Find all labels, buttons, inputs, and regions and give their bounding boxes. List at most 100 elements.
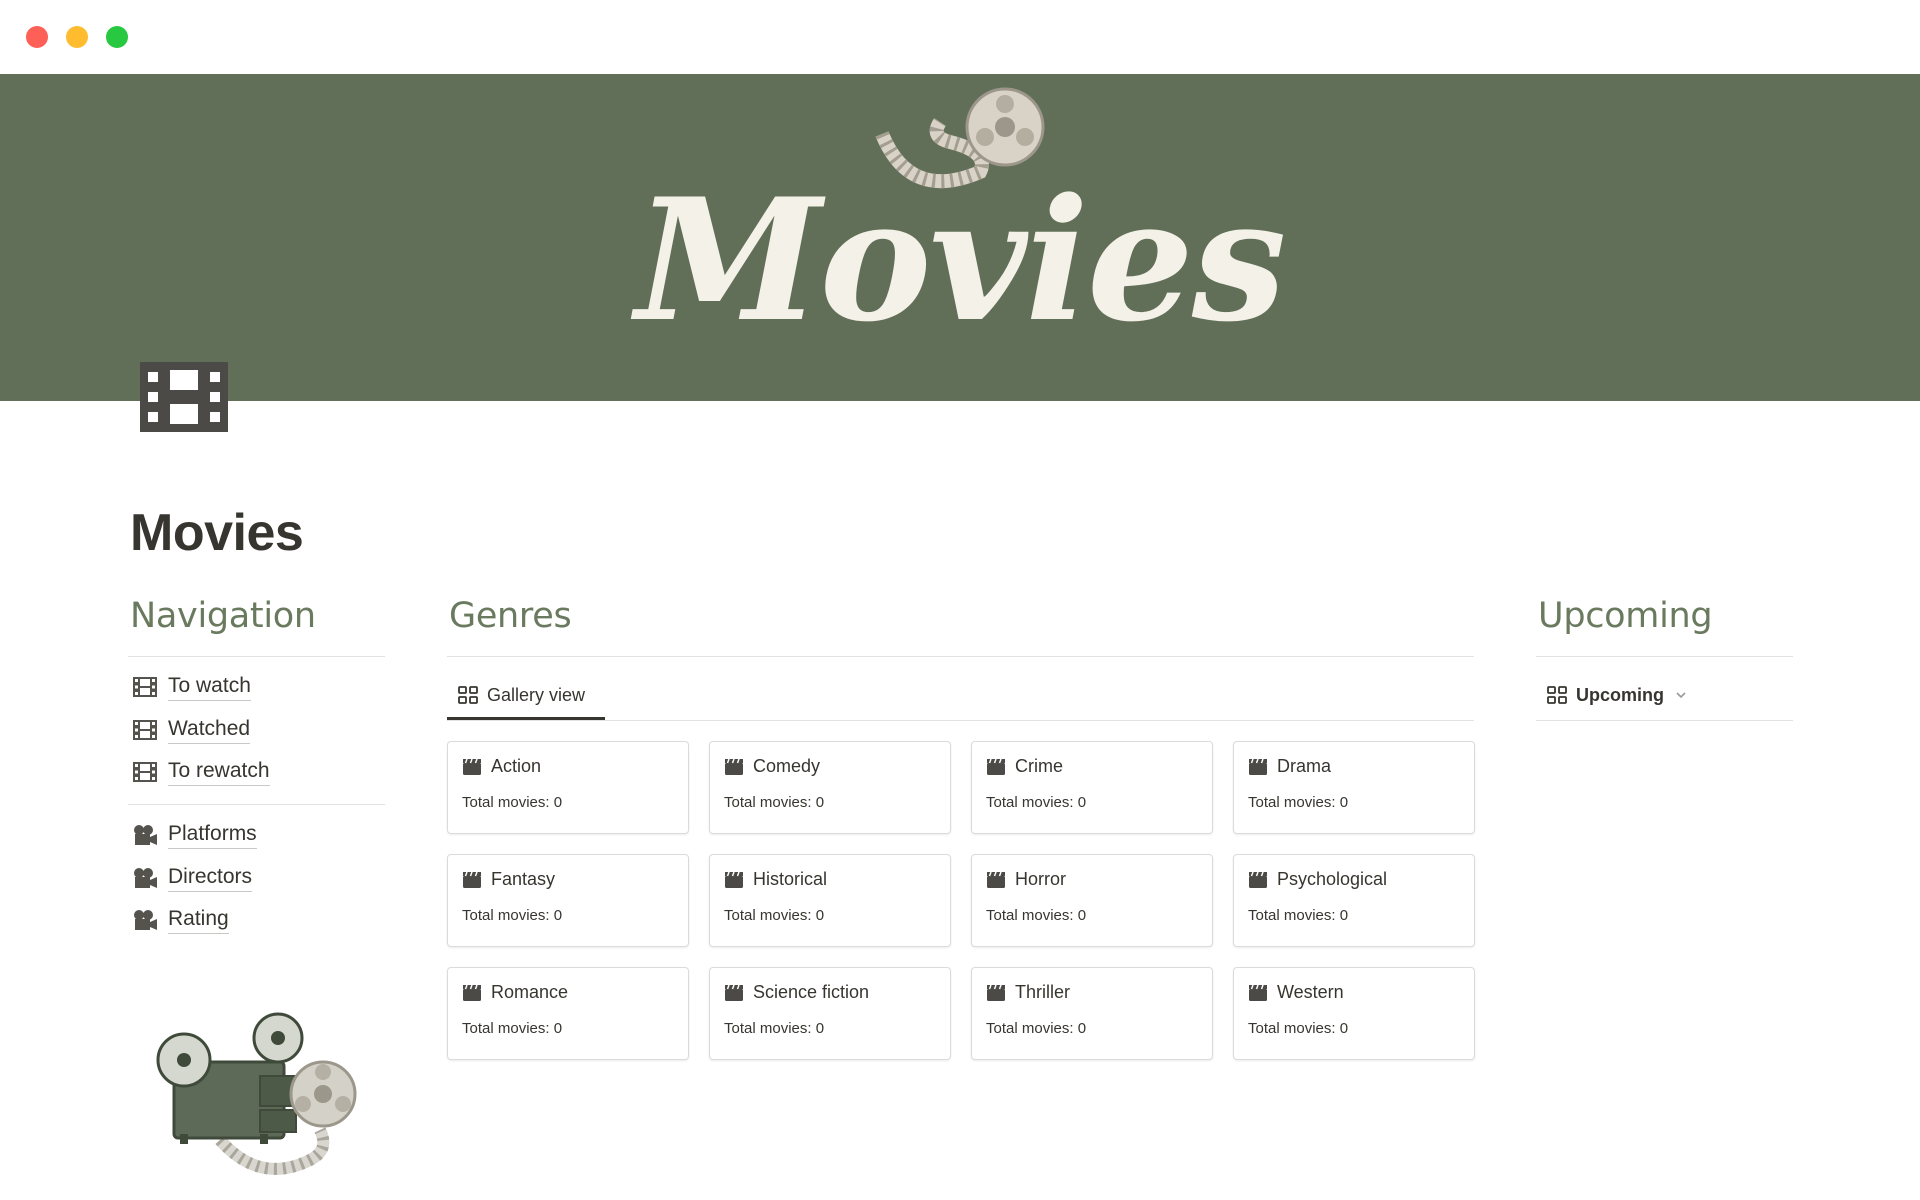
- genre-card-psychological[interactable]: Psychological Total movies: 0: [1233, 854, 1475, 947]
- minimize-window-button[interactable]: [66, 26, 88, 48]
- card-total-movies: Total movies: 0: [986, 794, 1087, 811]
- clapperboard-icon: [1249, 758, 1267, 775]
- card-title: Comedy: [753, 756, 821, 776]
- nav-item-label: Rating: [168, 906, 229, 934]
- genres-divider: [447, 656, 1474, 657]
- genre-card-crime[interactable]: Crime Total movies: 0: [971, 741, 1213, 834]
- gallery-grid-icon: [458, 686, 478, 704]
- genre-card-science-fiction[interactable]: Science fiction Total movies: 0: [709, 967, 951, 1060]
- clapperboard-icon: [463, 871, 481, 888]
- card-header: Drama: [1248, 756, 1331, 777]
- view-tab-divider: [447, 720, 1474, 721]
- card-header: Comedy: [724, 756, 820, 777]
- movie-camera-icon: [134, 825, 157, 845]
- tab-gallery-view[interactable]: Gallery view: [457, 675, 585, 715]
- card-total-movies: Total movies: 0: [462, 1020, 563, 1037]
- upcoming-divider: [1536, 656, 1793, 657]
- card-header: Psychological: [1248, 869, 1387, 890]
- card-header: Thriller: [986, 982, 1070, 1003]
- card-header: Horror: [986, 869, 1066, 890]
- genre-card-thriller[interactable]: Thriller Total movies: 0: [971, 967, 1213, 1060]
- nav-item-to-watch[interactable]: To watch: [132, 671, 251, 703]
- chevron-down-icon[interactable]: [1674, 688, 1688, 702]
- clapperboard-icon: [1249, 984, 1267, 1001]
- film-strip-icon: [133, 762, 157, 782]
- card-header: Romance: [462, 982, 568, 1003]
- clapperboard-icon: [463, 758, 481, 775]
- page-cover: Movies: [0, 74, 1920, 401]
- navigation-divider: [128, 656, 385, 657]
- nav-item-platforms[interactable]: Platforms: [132, 819, 257, 851]
- card-total-movies: Total movies: 0: [1248, 907, 1349, 924]
- clapperboard-icon: [725, 758, 743, 775]
- clapperboard-icon: [725, 984, 743, 1001]
- card-title: Fantasy: [491, 869, 556, 889]
- card-total-movies: Total movies: 0: [1248, 1020, 1349, 1037]
- film-strip-icon: [133, 720, 157, 740]
- gallery-grid-icon: [1547, 686, 1567, 704]
- card-total-movies: Total movies: 0: [724, 1020, 825, 1037]
- genres-heading: Genres: [449, 596, 572, 636]
- genre-card-romance[interactable]: Romance Total movies: 0: [447, 967, 689, 1060]
- nav-item-label: To watch: [168, 673, 251, 701]
- genre-card-fantasy[interactable]: Fantasy Total movies: 0: [447, 854, 689, 947]
- upcoming-tab-divider: [1536, 720, 1793, 721]
- card-total-movies: Total movies: 0: [724, 794, 825, 811]
- clapperboard-icon: [987, 758, 1005, 775]
- card-title: Action: [491, 756, 542, 776]
- card-title: Historical: [753, 869, 828, 889]
- card-title: Horror: [1015, 869, 1067, 889]
- window-titlebar: [0, 0, 1920, 74]
- card-title: Romance: [491, 982, 569, 1002]
- card-title: Western: [1277, 982, 1344, 1002]
- genre-card-western[interactable]: Western Total movies: 0: [1233, 967, 1475, 1060]
- tab-label: Upcoming: [1576, 684, 1664, 705]
- card-header: Fantasy: [462, 869, 555, 890]
- card-title: Science fiction: [753, 982, 870, 1002]
- tab-label: Gallery view: [487, 684, 586, 705]
- nav-item-label: Watched: [168, 716, 251, 744]
- card-total-movies: Total movies: 0: [462, 794, 563, 811]
- nav-item-label: Platforms: [168, 821, 257, 849]
- clapperboard-icon: [463, 984, 481, 1001]
- card-header: Historical: [724, 869, 827, 890]
- movie-camera-icon: [134, 910, 157, 930]
- genre-card-drama[interactable]: Drama Total movies: 0: [1233, 741, 1475, 834]
- card-title: Drama: [1277, 756, 1332, 776]
- nav-item-to-rewatch[interactable]: To rewatch: [132, 756, 270, 788]
- maximize-window-button[interactable]: [106, 26, 128, 48]
- card-total-movies: Total movies: 0: [1248, 794, 1349, 811]
- card-title: Psychological: [1277, 869, 1388, 889]
- card-title: Thriller: [1015, 982, 1071, 1002]
- card-total-movies: Total movies: 0: [986, 907, 1087, 924]
- nav-item-directors[interactable]: Directors: [132, 862, 253, 894]
- film-strip-icon: [133, 677, 157, 697]
- card-total-movies: Total movies: 0: [986, 1020, 1087, 1037]
- navigation-group-divider: [128, 804, 385, 805]
- film-projector-icon: [156, 1012, 357, 1175]
- clapperboard-icon: [1249, 871, 1267, 888]
- clapperboard-icon: [987, 984, 1005, 1001]
- genre-card-horror[interactable]: Horror Total movies: 0: [971, 854, 1213, 947]
- nav-item-label: To rewatch: [168, 758, 270, 786]
- close-window-button[interactable]: [26, 26, 48, 48]
- card-total-movies: Total movies: 0: [462, 907, 563, 924]
- clapperboard-icon: [725, 871, 743, 888]
- cover-title: Movies: [635, 161, 1287, 359]
- genre-card-action[interactable]: Action Total movies: 0: [447, 741, 689, 834]
- genre-card-historical[interactable]: Historical Total movies: 0: [709, 854, 951, 947]
- card-header: Science fiction: [724, 982, 869, 1003]
- film-strip-icon[interactable]: [140, 362, 228, 432]
- nav-item-watched[interactable]: Watched: [132, 714, 251, 746]
- card-total-movies: Total movies: 0: [724, 907, 825, 924]
- nav-item-label: Directors: [168, 864, 253, 892]
- card-title: Crime: [1015, 756, 1063, 776]
- genre-card-comedy[interactable]: Comedy Total movies: 0: [709, 741, 951, 834]
- clapperboard-icon: [987, 871, 1005, 888]
- card-header: Action: [462, 756, 541, 777]
- card-header: Crime: [986, 756, 1063, 777]
- nav-item-rating[interactable]: Rating: [132, 904, 229, 936]
- navigation-heading: Navigation: [130, 596, 316, 636]
- tab-upcoming-view[interactable]: Upcoming: [1546, 675, 1688, 715]
- upcoming-heading: Upcoming: [1538, 596, 1713, 636]
